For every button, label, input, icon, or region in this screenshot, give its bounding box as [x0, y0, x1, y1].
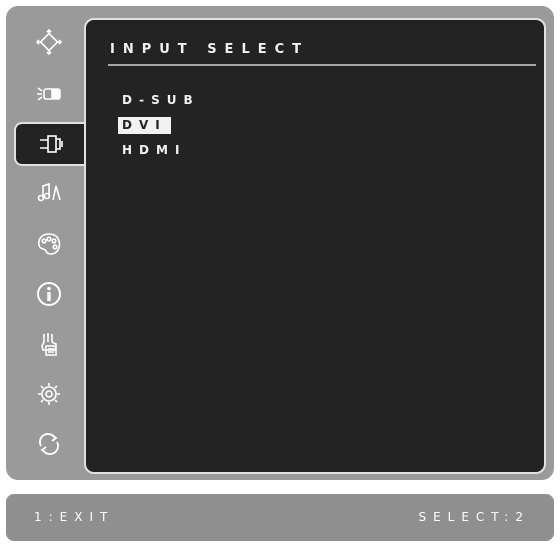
title-divider [108, 64, 536, 66]
auto-image-adjust-icon [35, 28, 63, 56]
contrast-brightness-icon [37, 87, 61, 101]
tab-manual-image-adjust[interactable] [16, 322, 82, 366]
manual-image-adjust-icon [41, 333, 57, 356]
information-icon [37, 282, 61, 306]
memory-recall-icon [39, 433, 59, 455]
tab-memory-recall[interactable] [16, 422, 82, 466]
menu-title: INPUT SELECT [110, 42, 310, 57]
color-adjust-icon [38, 233, 61, 255]
audio-adjust-icon [37, 182, 61, 202]
option-hdmi[interactable]: HDMI [118, 142, 190, 159]
tab-audio-adjust[interactable] [16, 170, 82, 214]
tab-auto-image-adjust[interactable] [16, 20, 82, 64]
tab-contrast-brightness[interactable] [16, 72, 82, 116]
option-dvi[interactable]: DVI [118, 117, 171, 134]
exit-hint: 1:EXIT [34, 510, 115, 524]
osd-menu-frame: INPUT SELECT D-SUB DVI HDMI [6, 6, 554, 480]
key-hint-bar: 1:EXIT SELECT:2 [6, 494, 554, 541]
input-select-icon [40, 135, 63, 153]
tab-information[interactable] [16, 272, 82, 316]
input-select-panel: INPUT SELECT D-SUB DVI HDMI [84, 18, 546, 474]
tab-setup-menu[interactable] [16, 372, 82, 416]
option-d-sub[interactable]: D-SUB [118, 92, 204, 109]
setup-menu-icon [38, 383, 60, 405]
tab-color-adjust[interactable] [16, 222, 82, 266]
tab-input-select[interactable] [14, 122, 88, 166]
select-hint: SELECT:2 [418, 510, 530, 524]
